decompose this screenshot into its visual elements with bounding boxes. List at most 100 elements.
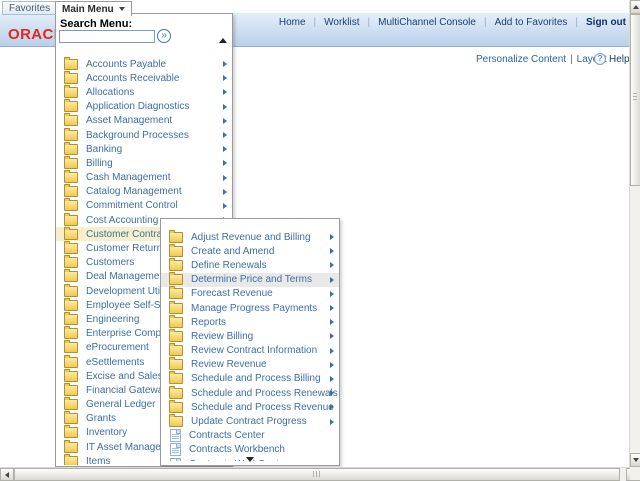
submenu-item-update-contract-progress[interactable]: Update Contract Progress (161, 414, 339, 428)
search-go-button[interactable]: » (157, 29, 171, 43)
menu-item-label: Engineering (86, 314, 139, 325)
submenu-arrow-icon (330, 348, 334, 354)
menu-item-label: General Ledger (86, 399, 156, 410)
folder-icon (169, 288, 183, 299)
submenu-item-schedule-and-process-billing[interactable]: Schedule and Process Billing (161, 372, 339, 386)
folder-icon (64, 73, 78, 84)
folder-icon (64, 186, 78, 197)
sign-out-link[interactable]: Sign out (586, 17, 626, 28)
menu-item-label: Cost Accounting (86, 215, 158, 226)
submenu-item-create-and-amend[interactable]: Create and Amend (161, 244, 339, 258)
favorites-menu-label: Favorites (9, 3, 50, 14)
submenu-arrow-icon (330, 319, 334, 325)
submenu-item-contracts-workbench[interactable]: Contracts Workbench (161, 443, 339, 457)
header-link-home[interactable]: Home (279, 17, 306, 28)
folder-icon (64, 342, 78, 353)
submenu-arrow-icon (223, 89, 227, 95)
menu-item-label: Forecast Revenue (191, 288, 273, 299)
submenu-arrow-icon (330, 376, 334, 382)
folder-icon (64, 385, 78, 396)
menu-item-label: Billing (86, 158, 113, 169)
menu-item-label: Define Renewals (191, 260, 267, 271)
submenu-arrow-icon (330, 404, 334, 410)
menu-item-background-processes[interactable]: Background Processes (56, 128, 232, 142)
menu-item-label: eSettlements (86, 357, 144, 368)
submenu-scroll-down-icon[interactable] (246, 457, 254, 462)
help-link[interactable]: ? Help (594, 53, 630, 65)
folder-icon (169, 274, 183, 285)
submenu-item-reports[interactable]: Reports (161, 315, 339, 329)
folder-icon (169, 317, 183, 328)
scroll-up-button[interactable] (630, 0, 640, 14)
menu-item-label: Schedule and Process Revenue (191, 402, 334, 413)
submenu-item-schedule-and-process-revenue[interactable]: Schedule and Process Revenue (161, 400, 339, 414)
menu-item-label: Banking (86, 144, 122, 155)
help-label: Help (609, 54, 630, 65)
submenu-arrow-icon (330, 419, 334, 425)
header-link-add-to-favorites[interactable]: Add to Favorites (495, 17, 568, 28)
menu-item-application-diagnostics[interactable]: Application Diagnostics (56, 100, 232, 114)
menu-item-label: Deal Management (86, 271, 168, 282)
folder-icon (64, 144, 78, 155)
vertical-scroll-thumb[interactable] (630, 14, 640, 186)
personalize-content-link[interactable]: Personalize Content (476, 54, 566, 65)
link-separator: | (314, 17, 317, 28)
submenu-item-contracts-center[interactable]: Contracts Center (161, 429, 339, 443)
menu-item-cash-management[interactable]: Cash Management (56, 171, 232, 185)
folder-icon (64, 413, 78, 424)
submenu-item-review-billing[interactable]: Review Billing (161, 329, 339, 343)
folder-icon (64, 357, 78, 368)
submenu-list: Adjust Revenue and Billing Create and Ame… (161, 230, 339, 461)
help-icon: ? (594, 53, 606, 65)
folder-icon (169, 232, 183, 243)
submenu-item-manage-progress-payments[interactable]: Manage Progress Payments (161, 301, 339, 315)
folder-icon (169, 359, 183, 370)
submenu-arrow-icon (223, 189, 227, 195)
menu-item-billing[interactable]: Billing (56, 156, 232, 170)
submenu-item-adjust-revenue-and-billing[interactable]: Adjust Revenue and Billing (161, 230, 339, 244)
main-menu-label: Main Menu (62, 4, 114, 15)
menu-item-accounts-receivable[interactable]: Accounts Receivable (56, 71, 232, 85)
menu-item-label: Adjust Revenue and Billing (191, 232, 311, 243)
horizontal-scrollbar[interactable] (0, 467, 640, 481)
header-link-multichannel-console[interactable]: MultiChannel Console (378, 17, 476, 28)
folder-icon (169, 331, 183, 342)
folder-icon (64, 257, 78, 268)
submenu-arrow-icon (330, 362, 334, 368)
menu-item-commitment-control[interactable]: Commitment Control (56, 199, 232, 213)
submenu-item-define-renewals[interactable]: Define Renewals (161, 258, 339, 272)
menu-item-banking[interactable]: Banking (56, 142, 232, 156)
main-menu-tab[interactable]: Main Menu (55, 1, 132, 16)
submenu-item-review-contract-information[interactable]: Review Contract Information (161, 344, 339, 358)
folder-icon (169, 303, 183, 314)
submenu-arrow-icon (330, 262, 334, 268)
menu-item-asset-management[interactable]: Asset Management (56, 114, 232, 128)
arrow-down-icon (633, 458, 639, 462)
menu-item-label: Contracts WorkCenter (189, 459, 288, 461)
menu-scroll-up-icon[interactable] (219, 38, 227, 43)
submenu-arrow-icon (330, 248, 334, 254)
folder-icon (64, 59, 78, 70)
menu-item-label: Create and Amend (191, 246, 274, 257)
folder-icon (64, 172, 78, 183)
submenu-arrow-icon (223, 146, 227, 152)
scroll-left-button[interactable] (0, 468, 14, 481)
menu-item-label: Manage Progress Payments (191, 303, 317, 314)
folder-icon (169, 246, 183, 257)
submenu-arrow-icon (330, 234, 334, 240)
menu-item-label: Schedule and Process Billing (191, 373, 321, 384)
submenu-arrow-icon (223, 75, 227, 81)
submenu-item-forecast-revenue[interactable]: Forecast Revenue (161, 287, 339, 301)
menu-item-label: Contracts Center (189, 430, 265, 441)
menu-item-accounts-payable[interactable]: Accounts Payable (56, 57, 232, 71)
search-menu-input[interactable] (59, 30, 155, 43)
menu-item-catalog-management[interactable]: Catalog Management (56, 185, 232, 199)
vertical-scrollbar[interactable] (629, 0, 640, 467)
submenu-item-schedule-and-process-renewals[interactable]: Schedule and Process Renewals (161, 386, 339, 400)
horizontal-scroll-thumb[interactable] (14, 468, 620, 481)
submenu-item-determine-price-and-terms[interactable]: Determine Price and Terms (161, 273, 339, 287)
menu-item-allocations[interactable]: Allocations (56, 85, 232, 99)
scroll-down-button[interactable] (630, 453, 640, 467)
header-link-worklist[interactable]: Worklist (324, 17, 359, 28)
submenu-item-review-revenue[interactable]: Review Revenue (161, 358, 339, 372)
